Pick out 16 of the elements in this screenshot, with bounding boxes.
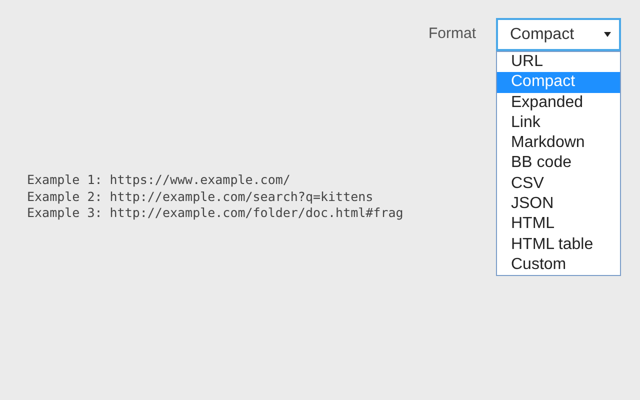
caret-icon xyxy=(604,32,611,37)
dropdown-option[interactable]: Markdown xyxy=(497,133,620,154)
dropdown-option[interactable]: HTML xyxy=(497,214,620,235)
dropdown-option[interactable]: Custom xyxy=(497,254,620,276)
dropdown-option[interactable]: Link xyxy=(497,112,620,134)
dropdown-option[interactable]: URL xyxy=(497,52,620,72)
dropdown-option[interactable]: CSV xyxy=(497,174,620,194)
dropdown-option[interactable]: BB code xyxy=(497,153,620,174)
format-label: Format xyxy=(428,24,476,44)
format-select[interactable]: Compact xyxy=(496,18,621,51)
example-line: Example 3: http://example.com/folder/doc.html#frag xyxy=(27,205,404,222)
example-line: Example 1: https://www.example.com/ xyxy=(27,172,290,188)
dropdown-option[interactable]: HTML table xyxy=(497,234,620,255)
dropdown-option[interactable]: Expanded xyxy=(497,92,620,113)
dropdown-option[interactable]: JSON xyxy=(497,194,620,214)
example-line: Example 2: http://example.com/search?q=kittens xyxy=(27,188,374,205)
